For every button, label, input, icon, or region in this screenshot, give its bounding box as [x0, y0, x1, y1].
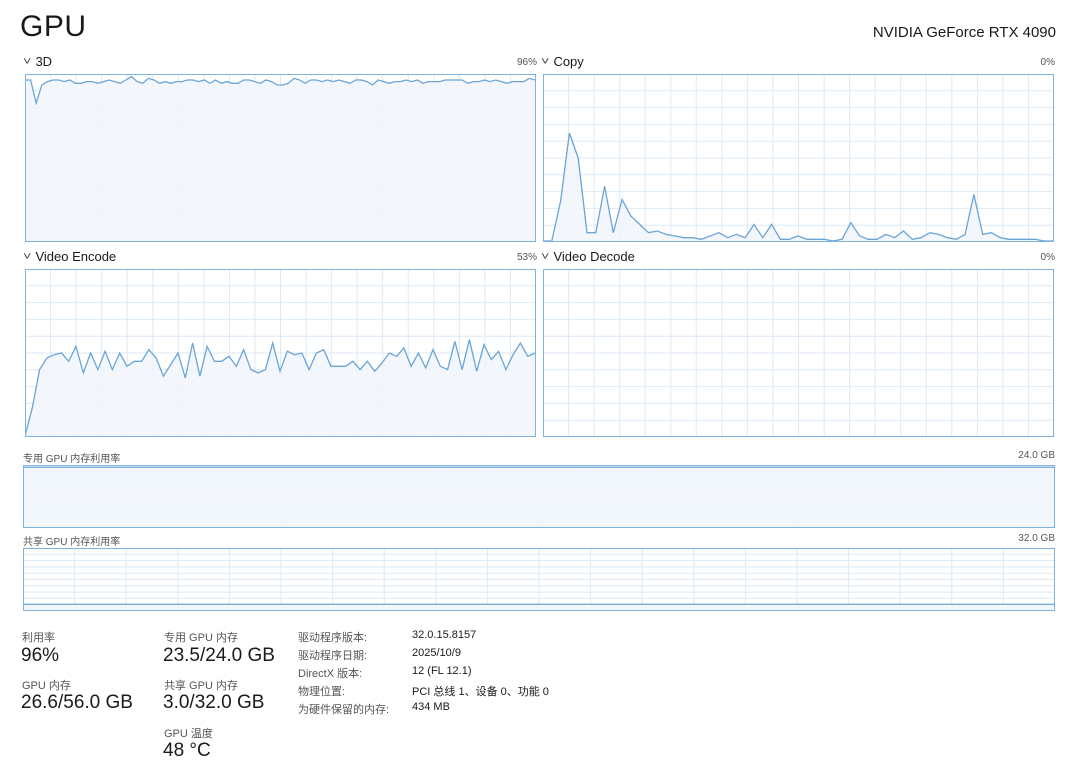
engine-label: 3D — [35, 54, 53, 69]
chevron-down-icon: ˅ — [23, 55, 32, 68]
graph-copy — [543, 74, 1054, 242]
dedicated-memory-graph-max: 24.0 GB — [1018, 450, 1055, 461]
driver-date-value: 2025/10/9 — [412, 647, 461, 659]
shared-memory-value: 3.0/32.0 GB — [163, 692, 265, 713]
physical-location-key: 物理位置: — [298, 686, 346, 698]
dedicated-memory-graph — [23, 465, 1055, 528]
physical-location-value: PCI 总线 1、设备 0、功能 0 — [412, 686, 549, 698]
engine-selector-3d[interactable]: ˅ 3D — [23, 54, 53, 69]
gpu-memory-label: GPU 内存 — [22, 680, 71, 692]
reserved-memory-value: 434 MB — [412, 701, 450, 713]
dedicated-memory-value: 23.5/24.0 GB — [163, 645, 275, 666]
graph-3d — [25, 74, 536, 242]
engine-label: Video Decode — [553, 249, 635, 264]
graph-video-encode — [25, 269, 536, 437]
dedicated-memory-graph-label: 专用 GPU 内存利用率 — [23, 454, 121, 465]
gpu-memory-value: 26.6/56.0 GB — [21, 692, 133, 713]
engine-label: Video Encode — [35, 249, 117, 264]
chevron-down-icon: ˅ — [23, 250, 32, 263]
dedicated-memory-label: 专用 GPU 内存 — [164, 632, 238, 644]
utilization-value: 96% — [21, 645, 60, 666]
shared-memory-graph-max: 32.0 GB — [1018, 533, 1055, 544]
gpu-model-name: NVIDIA GeForce RTX 4090 — [872, 24, 1056, 41]
engine-percent: 53% — [516, 252, 537, 263]
driver-date-key: 驱动程序日期: — [298, 650, 368, 662]
chevron-down-icon: ˅ — [541, 250, 550, 263]
engine-percent: 96% — [516, 57, 537, 68]
temperature-label: GPU 温度 — [164, 728, 213, 740]
engine-selector-copy[interactable]: ˅ Copy — [541, 54, 584, 69]
engine-selector-video-decode[interactable]: ˅ Video Decode — [541, 249, 635, 264]
temperature-value: 48 °C — [163, 740, 211, 761]
shared-memory-graph-label: 共享 GPU 内存利用率 — [23, 537, 121, 548]
engine-percent: 0% — [1040, 252, 1055, 263]
engine-label: Copy — [553, 54, 584, 69]
driver-version-key: 驱动程序版本: — [298, 632, 368, 644]
reserved-memory-key: 为硬件保留的内存: — [298, 704, 390, 716]
page-title: GPU — [20, 10, 87, 43]
graph-video-decode — [543, 269, 1054, 437]
shared-memory-graph — [23, 548, 1055, 611]
memory-usage-area — [23, 467, 1055, 528]
chevron-down-icon: ˅ — [541, 55, 550, 68]
shared-memory-label: 共享 GPU 内存 — [164, 680, 238, 692]
memory-usage-area — [23, 604, 1055, 611]
engine-selector-video-encode[interactable]: ˅ Video Encode — [23, 249, 117, 264]
driver-version-value: 32.0.15.8157 — [412, 629, 477, 641]
engine-percent: 0% — [1040, 57, 1055, 68]
utilization-label: 利用率 — [22, 632, 55, 644]
directx-version-value: 12 (FL 12.1) — [412, 665, 472, 677]
directx-version-key: DirectX 版本: — [298, 668, 363, 680]
usage-area — [25, 76, 535, 242]
